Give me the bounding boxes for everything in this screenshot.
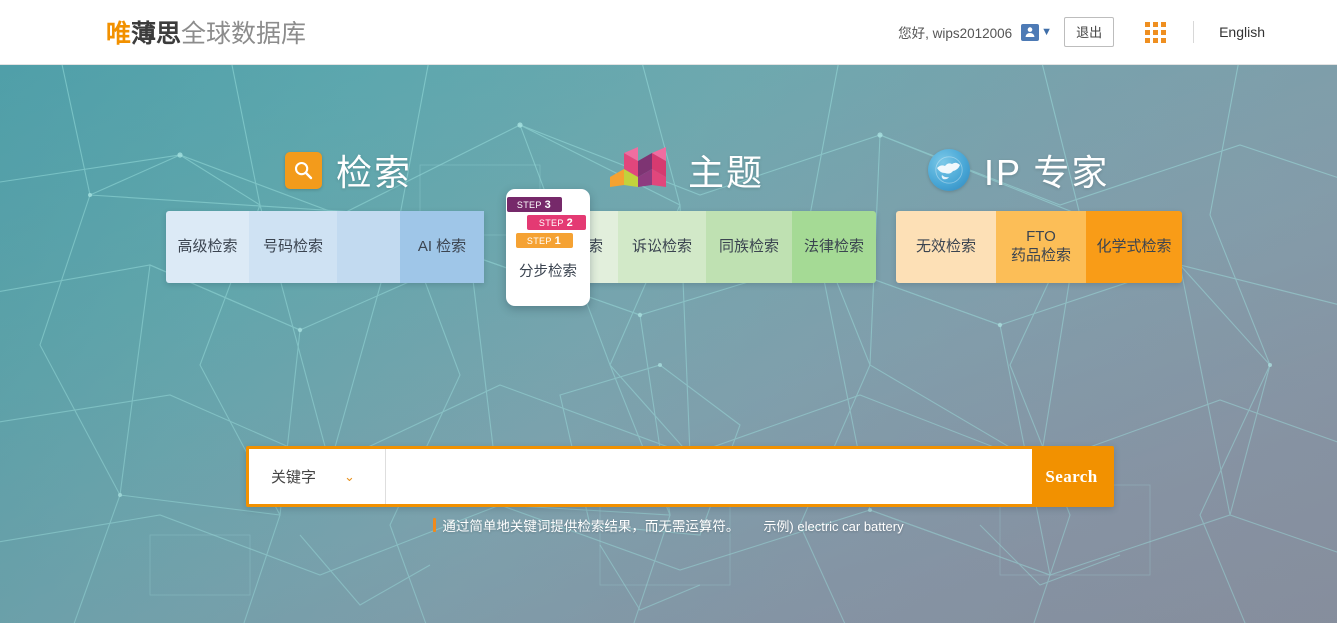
section-title-ip: IP 专家 <box>928 144 1109 196</box>
grid-dot <box>1145 37 1151 43</box>
site-header: 唯薄思全球数据库 您好, wips2012006 ▼ 退出 English <box>0 0 1337 65</box>
step-badge-1: STEP 1 <box>515 233 573 248</box>
grid-dot <box>1153 21 1159 27</box>
user-menu[interactable]: ▼ <box>1021 23 1053 41</box>
grid-dot <box>1161 29 1167 35</box>
button-advanced-search[interactable]: 高级检索 <box>166 211 249 283</box>
search-input[interactable] <box>386 449 1032 504</box>
grid-dot <box>1161 21 1167 27</box>
step-badge-prefix: STEP <box>526 235 552 246</box>
ip-expert-button-group: 无效检索 FTO 药品检索 化学式检索 <box>896 211 1182 283</box>
logout-button[interactable]: 退出 <box>1064 17 1115 47</box>
user-icon <box>1021 23 1040 41</box>
button-legal-search[interactable]: 法律检索 <box>792 211 876 283</box>
search-submit-button[interactable]: Search <box>1032 449 1111 504</box>
grid-dot <box>1145 21 1151 27</box>
apps-grid-icon[interactable] <box>1145 21 1167 43</box>
exclamation-bar-icon <box>433 518 437 532</box>
quick-link-groups: 高级检索 号码检索 AI 检索 STEP 3 STEP 2 STEP 1 分步检索 <box>0 189 1337 321</box>
header-divider <box>1193 21 1195 43</box>
section-title-label: IP 专家 <box>984 152 1110 193</box>
search-hint-text: 通过简单地关键词提供检索结果，而无需运算符。 <box>442 519 740 534</box>
button-invalidation-search[interactable]: 无效检索 <box>896 211 996 283</box>
button-number-search[interactable]: 号码检索 <box>249 211 337 283</box>
section-title-label: 主题 <box>688 152 765 193</box>
logo-part-2: 薄思 <box>131 20 182 48</box>
header-right-cluster: 您好, wips2012006 ▼ 退出 English <box>898 17 1265 47</box>
greeting-text: 您好, wips2012006 <box>898 26 1013 41</box>
logo-part-1: 唯 <box>106 20 132 48</box>
search-type-value: 关键字 <box>271 469 317 486</box>
button-family-search[interactable]: 同族检索 <box>706 211 792 283</box>
language-switch[interactable]: English <box>1219 24 1265 40</box>
step-badge-number: 1 <box>554 234 562 247</box>
site-logo[interactable]: 唯薄思全球数据库 <box>106 14 306 50</box>
section-title-label: 检索 <box>336 152 413 193</box>
step-badge-number: 2 <box>566 216 574 229</box>
button-ai-search[interactable]: AI 检索 <box>400 211 484 283</box>
step-badge-2: STEP 2 <box>526 215 586 230</box>
logo-part-3: 全球数据库 <box>181 20 307 48</box>
button-step-search-slot <box>337 211 400 283</box>
theme-facets-icon <box>610 146 674 194</box>
hero-banner: 检索 主题 IP 专家 高级检索 号码检索 AI 检索 STEP 3 STEP … <box>0 65 1337 623</box>
step-badge-prefix: STEP <box>538 217 564 228</box>
chevron-down-icon: ▼ <box>1041 25 1053 38</box>
grid-dot <box>1161 37 1167 43</box>
globe-icon <box>928 149 970 191</box>
homepage: 唯薄思全球数据库 您好, wips2012006 ▼ 退出 English 检索… <box>0 0 1337 623</box>
section-title-search: 检索 <box>285 144 412 196</box>
search-button-group: 高级检索 号码检索 AI 检索 STEP 3 STEP 2 STEP 1 分步检索 <box>166 189 590 306</box>
step-search-label: 分步检索 <box>519 264 577 280</box>
step-badge-prefix: STEP <box>516 199 542 210</box>
magnifier-icon <box>285 151 322 189</box>
button-litigation-search[interactable]: 诉讼检索 <box>618 211 706 283</box>
section-title-theme: 主题 <box>610 144 764 196</box>
grid-dot <box>1153 37 1159 43</box>
section-titles: 检索 主题 IP 专家 <box>0 143 1337 203</box>
grid-dot <box>1145 29 1151 35</box>
search-bar: 关键字 ⌄ Search <box>246 446 1114 507</box>
search-hint: 通过简单地关键词提供检索结果，而无需运算符。 示例) electric car … <box>0 515 1337 535</box>
button-fto-drug-search[interactable]: FTO 药品检索 <box>996 211 1086 283</box>
grid-dot <box>1153 29 1159 35</box>
step-badge-3: STEP 3 <box>506 197 562 212</box>
chevron-down-icon: ⌄ <box>344 469 355 484</box>
button-chemical-formula-search[interactable]: 化学式检索 <box>1086 211 1182 283</box>
search-type-dropdown[interactable]: 关键字 ⌄ <box>249 449 386 504</box>
button-step-search[interactable]: STEP 3 STEP 2 STEP 1 分步检索 <box>506 189 590 306</box>
step-badge-number: 3 <box>544 198 552 211</box>
search-hint-example: 示例) electric car battery <box>763 518 904 534</box>
